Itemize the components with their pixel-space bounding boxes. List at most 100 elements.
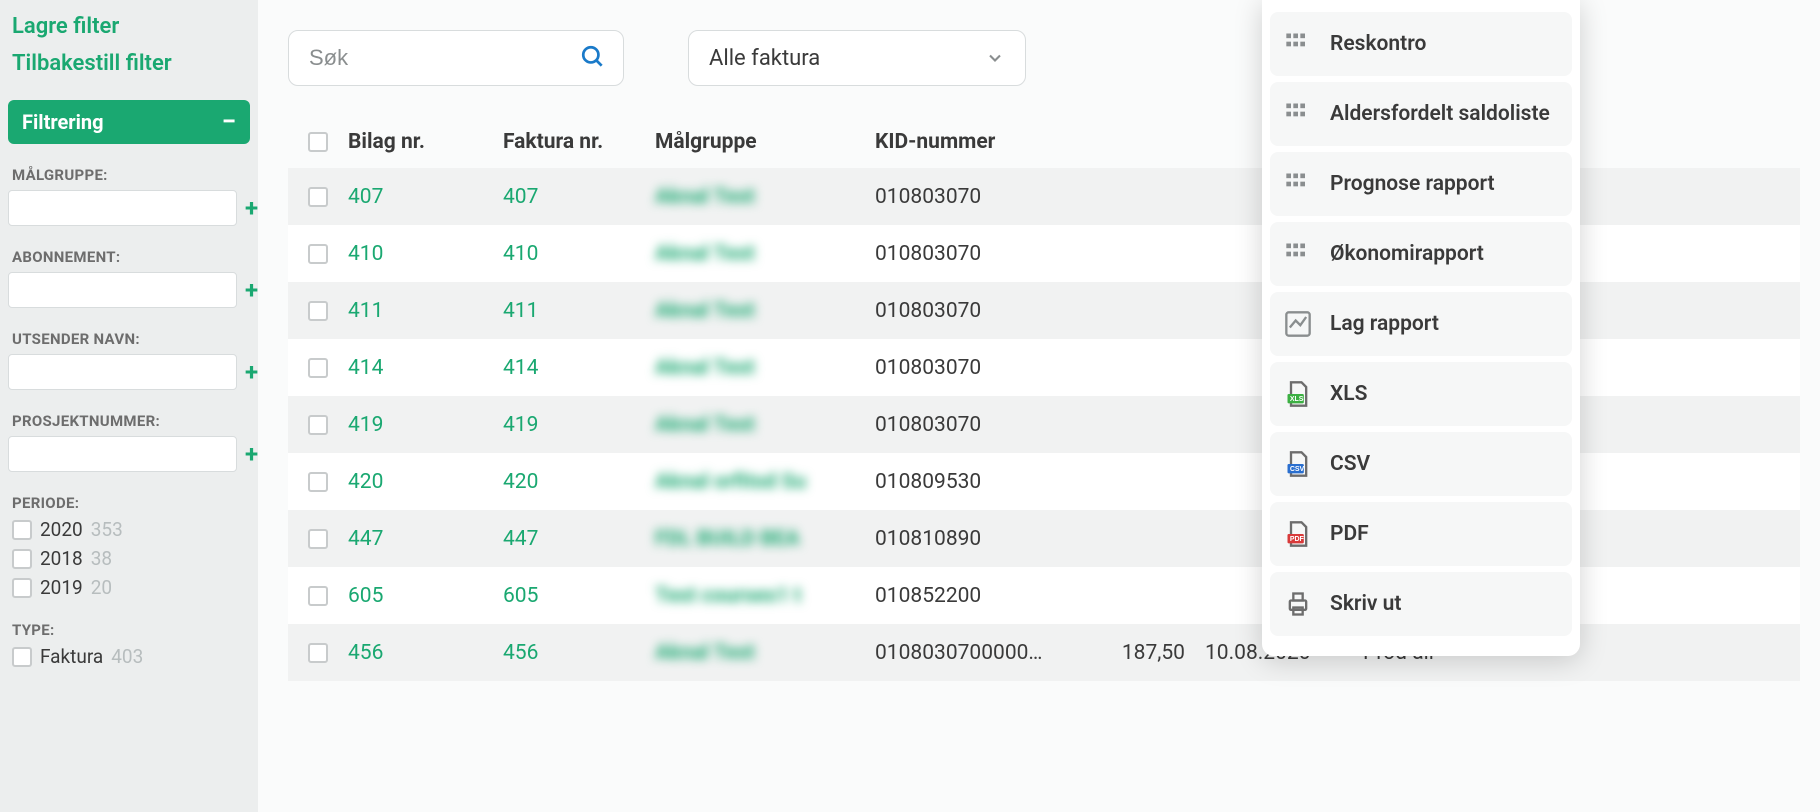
kid-cell: 010803070 xyxy=(875,413,1095,437)
grid-icon xyxy=(1284,240,1312,268)
checkbox[interactable] xyxy=(12,647,32,667)
bilag-link[interactable]: 447 xyxy=(348,527,503,551)
svg-text:PDF: PDF xyxy=(1290,536,1305,543)
filter-input-malgruppe[interactable] xyxy=(8,190,237,226)
filter-label-type: TYPE: xyxy=(8,621,250,639)
bilag-link[interactable]: 407 xyxy=(348,185,503,209)
menu-reskontro[interactable]: Reskontro xyxy=(1270,12,1572,76)
row-checkbox[interactable] xyxy=(308,187,328,207)
checkbox[interactable] xyxy=(12,520,32,540)
kid-cell: 010852200 xyxy=(875,584,1095,608)
malgruppe-cell: Aknal Test xyxy=(655,299,875,323)
checkbox-count: 38 xyxy=(91,547,112,570)
filtering-panel-header[interactable]: Filtrering − xyxy=(8,100,250,144)
faktura-link[interactable]: 410 xyxy=(503,242,655,266)
collapse-icon: − xyxy=(222,116,236,128)
checkbox-count: 353 xyxy=(91,518,123,541)
filter-sidebar: Lagre filter Tilbakestill filter Filtrer… xyxy=(0,0,258,812)
select-all-checkbox[interactable] xyxy=(308,132,328,152)
malgruppe-cell: Test courses1 t xyxy=(655,584,875,608)
chart-icon xyxy=(1284,310,1312,338)
add-filter-abonnement-icon[interactable]: + xyxy=(245,276,258,304)
filter-input-prosjekt[interactable] xyxy=(8,436,237,472)
faktura-link[interactable]: 414 xyxy=(503,356,655,380)
faktura-link[interactable]: 456 xyxy=(503,641,655,665)
menu-lag-rapport[interactable]: Lag rapport xyxy=(1270,292,1572,356)
checkbox[interactable] xyxy=(12,549,32,569)
search-input[interactable] xyxy=(288,30,624,86)
menu-csv[interactable]: CSV CSV xyxy=(1270,432,1572,496)
checkbox-count: 403 xyxy=(111,645,143,668)
add-filter-malgruppe-icon[interactable]: + xyxy=(245,194,258,222)
checkbox-label: 2019 xyxy=(40,576,83,599)
malgruppe-cell: Aknal Test xyxy=(655,641,875,665)
export-context-menu: Reskontro Aldersfordelt saldoliste Progn… xyxy=(1262,0,1580,656)
bilag-link[interactable]: 605 xyxy=(348,584,503,608)
belop-cell: 187,50 xyxy=(1095,641,1205,665)
col-faktura[interactable]: Faktura nr. xyxy=(503,130,655,154)
bilag-link[interactable]: 410 xyxy=(348,242,503,266)
col-bilag[interactable]: Bilag nr. xyxy=(348,130,503,154)
type-item[interactable]: Faktura 403 xyxy=(12,645,250,668)
faktura-link[interactable]: 411 xyxy=(503,299,655,323)
kid-cell: 010803070 xyxy=(875,242,1095,266)
menu-xls[interactable]: XLS XLS xyxy=(1270,362,1572,426)
menu-okonomi[interactable]: Økonomirapport xyxy=(1270,222,1572,286)
row-checkbox[interactable] xyxy=(308,586,328,606)
dropdown-value: Alle faktura xyxy=(709,46,820,71)
faktura-link[interactable]: 605 xyxy=(503,584,655,608)
grid-icon xyxy=(1284,170,1312,198)
row-checkbox[interactable] xyxy=(308,244,328,264)
invoice-filter-dropdown[interactable]: Alle faktura xyxy=(688,30,1026,86)
add-filter-prosjekt-icon[interactable]: + xyxy=(245,440,258,468)
row-checkbox[interactable] xyxy=(308,643,328,663)
row-checkbox[interactable] xyxy=(308,529,328,549)
checkbox-label: Faktura xyxy=(40,645,103,668)
filter-input-utsender[interactable] xyxy=(8,354,237,390)
faktura-link[interactable]: 420 xyxy=(503,470,655,494)
row-checkbox[interactable] xyxy=(308,301,328,321)
periode-item[interactable]: 2018 38 xyxy=(12,547,250,570)
filter-label-utsender: UTSENDER NAVN: xyxy=(8,330,250,348)
filter-label-malgruppe: MÅLGRUPPE: xyxy=(8,166,250,184)
col-kid[interactable]: KID-nummer xyxy=(875,130,1095,154)
checkbox[interactable] xyxy=(12,578,32,598)
bilag-link[interactable]: 411 xyxy=(348,299,503,323)
kid-cell: 0108030700000… xyxy=(875,641,1095,665)
search-icon[interactable] xyxy=(580,44,606,70)
kid-cell: 010810890 xyxy=(875,527,1095,551)
main-content: Alle faktura Bilag nr. Faktura nr. Målgr… xyxy=(258,0,1820,812)
faktura-link[interactable]: 407 xyxy=(503,185,655,209)
bilag-link[interactable]: 419 xyxy=(348,413,503,437)
add-filter-utsender-icon[interactable]: + xyxy=(245,358,258,386)
reset-filter-link[interactable]: Tilbakestill filter xyxy=(8,45,250,82)
periode-item[interactable]: 2020 353 xyxy=(12,518,250,541)
menu-prognose[interactable]: Prognose rapport xyxy=(1270,152,1572,216)
checkbox-label: 2020 xyxy=(40,518,83,541)
row-checkbox[interactable] xyxy=(308,415,328,435)
col-malgruppe[interactable]: Målgruppe xyxy=(655,130,875,154)
filter-input-abonnement[interactable] xyxy=(8,272,237,308)
pdf-file-icon: PDF xyxy=(1284,520,1312,548)
grid-icon xyxy=(1284,100,1312,128)
save-filter-link[interactable]: Lagre filter xyxy=(8,8,250,45)
bilag-link[interactable]: 420 xyxy=(348,470,503,494)
faktura-link[interactable]: 419 xyxy=(503,413,655,437)
malgruppe-cell: Aknal Test xyxy=(655,185,875,209)
checkbox-label: 2018 xyxy=(40,547,83,570)
menu-aldersfordelt[interactable]: Aldersfordelt saldoliste xyxy=(1270,82,1572,146)
row-checkbox[interactable] xyxy=(308,358,328,378)
kid-cell: 010809530 xyxy=(875,470,1095,494)
periode-item[interactable]: 2019 20 xyxy=(12,576,250,599)
bilag-link[interactable]: 414 xyxy=(348,356,503,380)
kid-cell: 010803070 xyxy=(875,356,1095,380)
menu-print[interactable]: Skriv ut xyxy=(1270,572,1572,636)
faktura-link[interactable]: 447 xyxy=(503,527,655,551)
bilag-link[interactable]: 456 xyxy=(348,641,503,665)
filtering-panel-title: Filtrering xyxy=(22,110,104,134)
menu-pdf[interactable]: PDF PDF xyxy=(1270,502,1572,566)
grid-icon xyxy=(1284,30,1312,58)
row-checkbox[interactable] xyxy=(308,472,328,492)
filter-label-prosjekt: PROSJEKTNUMMER: xyxy=(8,412,250,430)
filter-label-abonnement: ABONNEMENT: xyxy=(8,248,250,266)
